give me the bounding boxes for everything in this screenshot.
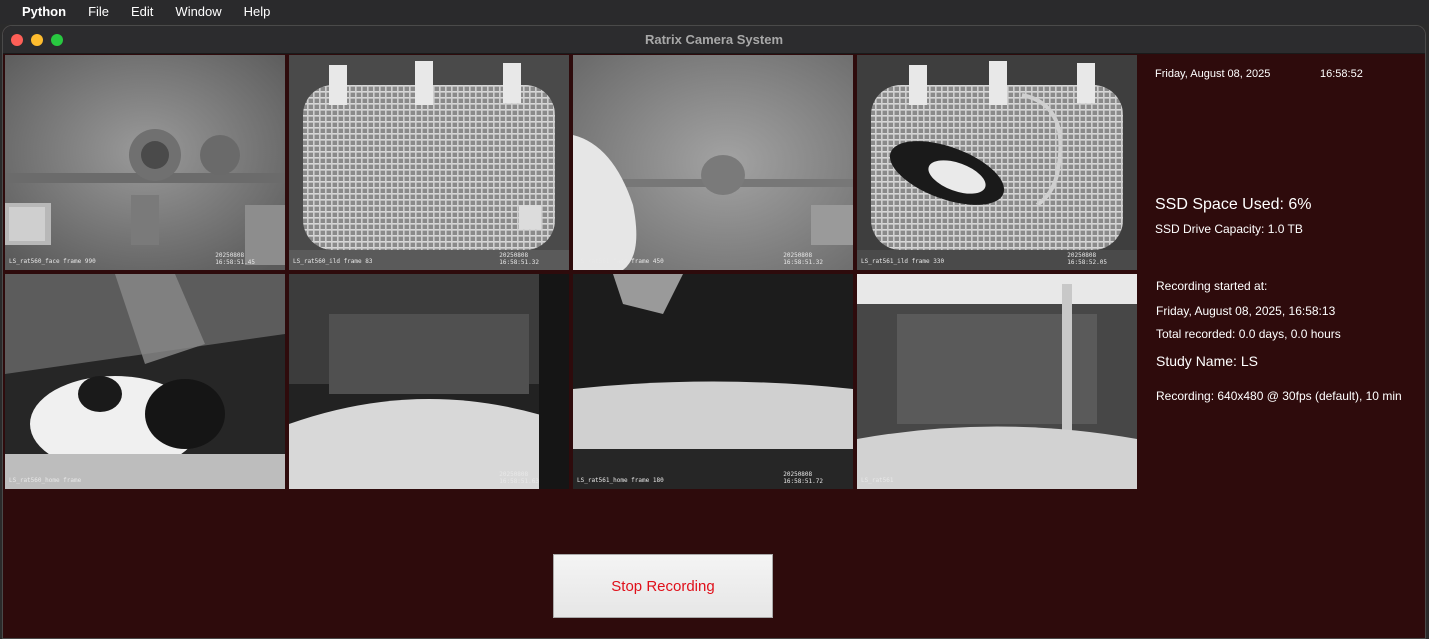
camera-image — [5, 55, 285, 270]
camera-image — [289, 55, 569, 270]
title-bar[interactable]: Ratrix Camera System — [3, 26, 1425, 54]
camera-timestamp: 20250808 16:58:51.45 — [215, 252, 255, 266]
camera-timestamp: 20250808 16:58:51.32 — [783, 252, 823, 266]
camera-feed-7: LS_rat561_home frame 180 20250808 16:58:5… — [573, 274, 853, 489]
close-window-button[interactable] — [11, 34, 23, 46]
window-title: Ratrix Camera System — [644, 32, 784, 47]
camera-timestamp: 20250808 16:58:51.72 — [783, 471, 823, 485]
camera-feed-5: LS_rat560_home frame — [5, 274, 285, 489]
menu-bar: Python File Edit Window Help — [0, 0, 1429, 24]
ssd-drive-capacity: SSD Drive Capacity: 1.0 TB — [1155, 222, 1303, 236]
camera-feed-1: LS_rat560_face frame 990 20250808 16:58:5… — [5, 55, 285, 270]
menu-file[interactable]: File — [77, 0, 120, 24]
recording-started-label: Recording started at: — [1156, 279, 1268, 293]
camera-label: LS_rat561 — [861, 477, 894, 484]
camera-timestamp: 20250808 16:58:51.63 — [499, 471, 539, 485]
stop-recording-button[interactable]: Stop Recording — [553, 554, 773, 618]
camera-image — [289, 274, 569, 489]
camera-feed-2: LS_rat560_ild frame 83 20250808 16:58:51.… — [289, 55, 569, 270]
menu-edit[interactable]: Edit — [120, 0, 164, 24]
current-datetime: Friday, August 08, 2025 16:58:52 — [1155, 68, 1363, 80]
ssd-space-used: SSD Space Used: 6% — [1155, 196, 1312, 213]
camera-label: LS_rat560_face frame 990 — [9, 258, 96, 265]
camera-label: LS_rat561_home frame 180 — [577, 477, 664, 484]
camera-grid: LS_rat560_face frame 990 20250808 16:58:5… — [5, 55, 1139, 491]
recording-settings: Recording: 640x480 @ 30fps (default), 10… — [1156, 389, 1402, 403]
camera-label: LS_rat561_ild frame 330 — [861, 258, 945, 265]
camera-label: LS_rat561_face frame 450 — [577, 258, 664, 265]
camera-image — [857, 55, 1137, 270]
camera-feed-3: LS_rat561_face frame 450 20250808 16:58:5… — [573, 55, 853, 270]
camera-label: LS_rat560_ild frame 83 — [293, 258, 373, 265]
camera-image — [857, 274, 1137, 489]
camera-feed-6: 20250808 16:58:51.63 — [289, 274, 569, 489]
total-recorded: Total recorded: 0.0 days, 0.0 hours — [1156, 327, 1341, 341]
camera-timestamp: 20250808 16:58:52.05 — [1067, 252, 1107, 266]
menu-help[interactable]: Help — [233, 0, 282, 24]
minimize-window-button[interactable] — [31, 34, 43, 46]
camera-image — [5, 274, 285, 489]
camera-feed-4: LS_rat561_ild frame 330 20250808 16:58:52… — [857, 55, 1137, 270]
menu-python[interactable]: Python — [6, 0, 77, 24]
study-name: Study Name: LS — [1156, 353, 1258, 369]
current-date: Friday, August 08, 2025 — [1155, 68, 1271, 80]
current-time: 16:58:52 — [1320, 68, 1363, 80]
maximize-window-button[interactable] — [51, 34, 63, 46]
menu-window[interactable]: Window — [164, 0, 232, 24]
camera-timestamp: 20250808 16:58:51.32 — [499, 252, 539, 266]
camera-label: LS_rat560_home frame — [9, 477, 82, 484]
app-window: Ratrix Camera System LS_rat560_face fram… — [2, 25, 1426, 639]
camera-feed-8: LS_rat561 — [857, 274, 1137, 489]
recording-started-value: Friday, August 08, 2025, 16:58:13 — [1156, 304, 1336, 318]
camera-image — [573, 55, 853, 270]
camera-image — [573, 274, 853, 489]
